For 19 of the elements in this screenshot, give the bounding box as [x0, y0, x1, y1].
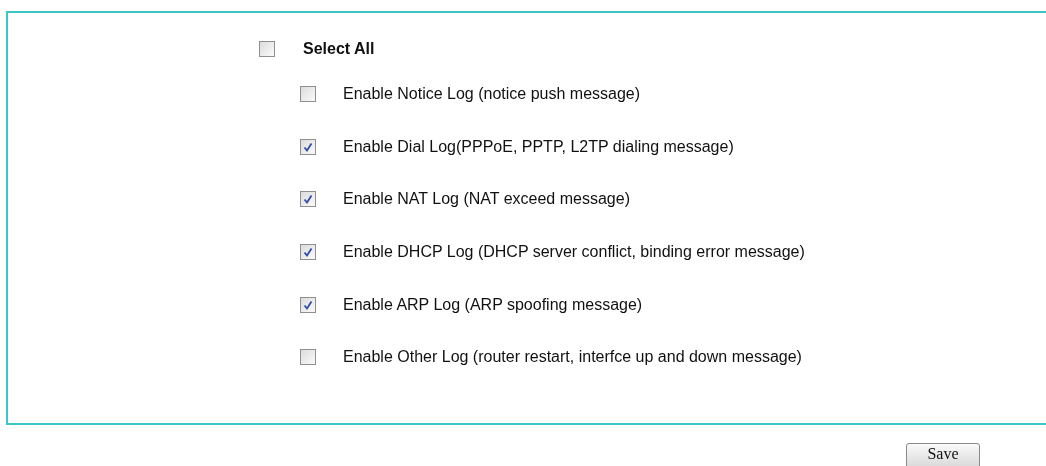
option-label: Enable Other Log (router restart, interfce up and down message) — [343, 347, 802, 368]
save-button[interactable]: Save — [906, 443, 980, 466]
checkmark-icon — [303, 194, 313, 205]
checkmark-icon — [303, 299, 313, 310]
checkbox[interactable] — [300, 349, 316, 366]
option-label: Enable Dial Log(PPPoE, PPTP, L2TP dialing message) — [343, 136, 734, 157]
checkbox[interactable] — [300, 138, 316, 155]
option-label: Enable Notice Log (notice push message) — [343, 84, 641, 105]
checkmark-icon — [303, 247, 313, 258]
option-label: Enable DHCP Log (DHCP server conflict, binding error message) — [343, 242, 805, 263]
option-label: Enable NAT Log (NAT exceed message) — [343, 189, 630, 210]
checkmark-icon — [303, 141, 313, 152]
option-label: Enable ARP Log (ARP spoofing message) — [343, 294, 643, 315]
checkbox[interactable] — [300, 244, 316, 261]
checkbox[interactable] — [300, 296, 316, 313]
checkbox[interactable] — [300, 86, 316, 103]
select-all-checkbox[interactable] — [259, 41, 275, 57]
select-all-label: Select All — [303, 39, 375, 59]
checkbox[interactable] — [300, 191, 316, 208]
